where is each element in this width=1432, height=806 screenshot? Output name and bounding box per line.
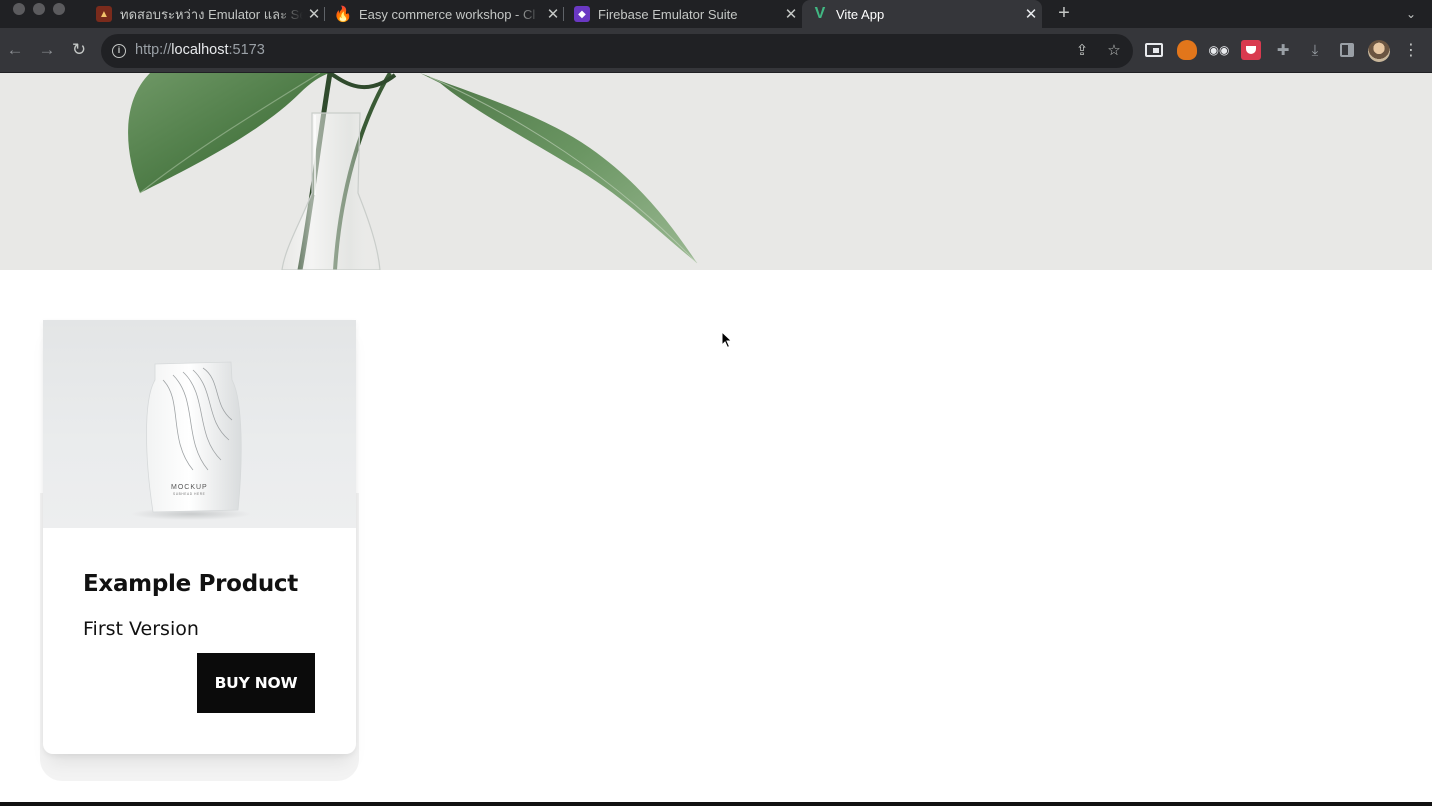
mouse-cursor-icon — [721, 331, 733, 349]
tab-title: Easy commerce workshop - Cl — [359, 6, 536, 22]
tab-close-icon[interactable]: ✕ — [780, 5, 802, 23]
glasses-icon[interactable]: ◉◉ — [1209, 40, 1230, 60]
metamask-icon[interactable] — [1177, 40, 1197, 60]
download-icon[interactable]: ⤓ — [1305, 40, 1325, 60]
url-scheme: http:// — [135, 42, 172, 58]
webpage-favicon-icon: ▲ — [96, 6, 112, 22]
pocket-icon[interactable] — [1241, 40, 1261, 60]
site-info-icon[interactable]: i — [112, 44, 126, 58]
product-image: MOCKUP SUBHEAD HERE — [43, 320, 356, 528]
tab-close-icon[interactable]: ✕ — [303, 5, 325, 23]
hero-banner-image — [0, 73, 1432, 270]
firebase-flame-icon: 🔥 — [333, 6, 353, 23]
window-maximize-dot[interactable] — [53, 3, 65, 15]
mockup-pouch-illustration: MOCKUP SUBHEAD HERE — [131, 361, 251, 520]
plant-in-vase-illustration — [128, 73, 698, 270]
tab-emulator-thai[interactable]: ▲ ทดสอบระหว่าง Emulator และ Se ✕ — [86, 0, 325, 28]
side-panel-icon[interactable] — [1337, 40, 1357, 60]
browser-menu-icon[interactable]: ⋮ — [1402, 40, 1420, 62]
url-port: :5173 — [228, 42, 265, 58]
bookmark-star-icon[interactable]: ☆ — [1104, 41, 1124, 61]
new-tab-button[interactable]: + — [1052, 2, 1076, 26]
tab-title: Vite App — [836, 6, 885, 22]
browser-toolbar: ← → ↻ i http://localhost:5173 ⇪ ☆ ◉◉ ✚ ⤓… — [0, 28, 1432, 73]
tab-bar: ▲ ทดสอบระหว่าง Emulator และ Se ✕ 🔥 Easy … — [0, 0, 1432, 28]
vue-logo-icon: V — [814, 5, 826, 22]
tab-easy-commerce[interactable]: 🔥 Easy commerce workshop - Cl ✕ — [325, 0, 564, 28]
tab-close-icon[interactable]: ✕ — [1020, 5, 1042, 23]
tab-close-icon[interactable]: ✕ — [542, 5, 564, 23]
emulator-suite-icon: ◆ — [574, 6, 590, 22]
tab-list-chevron-icon[interactable]: ⌄ — [1400, 2, 1422, 26]
mockup-sublabel: SUBHEAD HERE — [173, 492, 205, 496]
buy-now-button[interactable]: BUY NOW — [197, 653, 315, 713]
forward-arrow-icon[interactable]: → — [35, 38, 59, 62]
product-version: First Version — [83, 618, 199, 640]
tab-title: Firebase Emulator Suite — [598, 6, 738, 22]
product-card: MOCKUP SUBHEAD HERE Example Product Firs… — [43, 320, 356, 754]
reload-icon[interactable]: ↻ — [67, 38, 91, 62]
tab-title: ทดสอบระหว่าง Emulator และ Se — [120, 6, 303, 22]
share-icon[interactable]: ⇪ — [1072, 41, 1092, 61]
page-viewport: MOCKUP SUBHEAD HERE Example Product Firs… — [0, 73, 1432, 806]
window-minimize-dot[interactable] — [33, 3, 45, 15]
tab-search-icon[interactable] — [1145, 43, 1163, 57]
tab-vite-app[interactable]: V Vite App ✕ — [802, 0, 1042, 28]
product-name: Example Product — [83, 571, 298, 597]
window-close-dot[interactable] — [13, 3, 25, 15]
back-arrow-icon[interactable]: ← — [3, 38, 27, 62]
bottom-edge — [0, 802, 1432, 806]
url-host: localhost — [171, 42, 229, 58]
url-text[interactable]: http://localhost:5173 — [135, 42, 265, 58]
mockup-label: MOCKUP — [171, 484, 208, 491]
address-bar[interactable]: i http://localhost:5173 ⇪ ☆ — [101, 34, 1133, 68]
extensions-puzzle-icon[interactable]: ✚ — [1273, 40, 1293, 60]
tab-firebase-emulator[interactable]: ◆ Firebase Emulator Suite ✕ — [564, 0, 802, 28]
profile-avatar[interactable] — [1368, 40, 1390, 62]
